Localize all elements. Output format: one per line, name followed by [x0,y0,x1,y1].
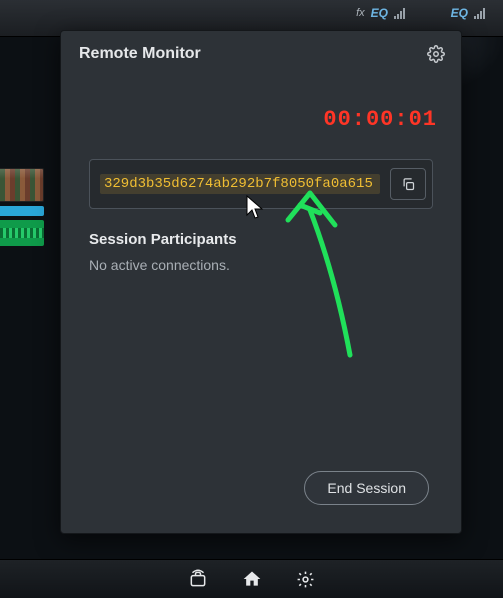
remote-monitor-nav[interactable] [188,569,208,589]
home-icon [242,569,262,589]
audio-clip[interactable] [0,220,44,246]
settings-button[interactable] [427,45,445,63]
signal-bars-icon [474,7,485,19]
fx-label: fx [356,7,365,19]
signal-bars-icon [394,7,405,19]
participants-heading: Session Participants [89,231,237,248]
gear-icon [427,45,445,63]
session-timer: 00:00:01 [323,107,437,132]
video-clip[interactable] [0,168,44,202]
gear-icon [296,570,315,589]
marker-clip[interactable] [0,206,44,216]
remote-monitor-panel: Remote Monitor 00:00:01 329d3b35d6274ab2… [60,30,462,534]
session-id-value[interactable]: 329d3b35d6274ab292b7f8050fa0a615 [100,174,380,194]
timeline-clips [0,168,44,250]
participants-status: No active connections. [89,257,230,273]
settings-nav[interactable] [296,569,316,589]
copy-icon [401,177,416,192]
copy-button[interactable] [390,168,426,200]
channel-fx-eq-2[interactable]: EQ [451,6,485,20]
briefcase-wifi-icon [188,568,208,590]
channel-fx-eq-1[interactable]: fx EQ [356,6,405,20]
bottom-toolbar [0,559,503,598]
panel-title: Remote Monitor [79,45,201,63]
home-nav[interactable] [242,569,262,589]
end-session-button[interactable]: End Session [304,471,429,505]
session-id-box: 329d3b35d6274ab292b7f8050fa0a615 [89,159,433,209]
eq-label: EQ [451,6,468,20]
eq-label: EQ [371,6,388,20]
